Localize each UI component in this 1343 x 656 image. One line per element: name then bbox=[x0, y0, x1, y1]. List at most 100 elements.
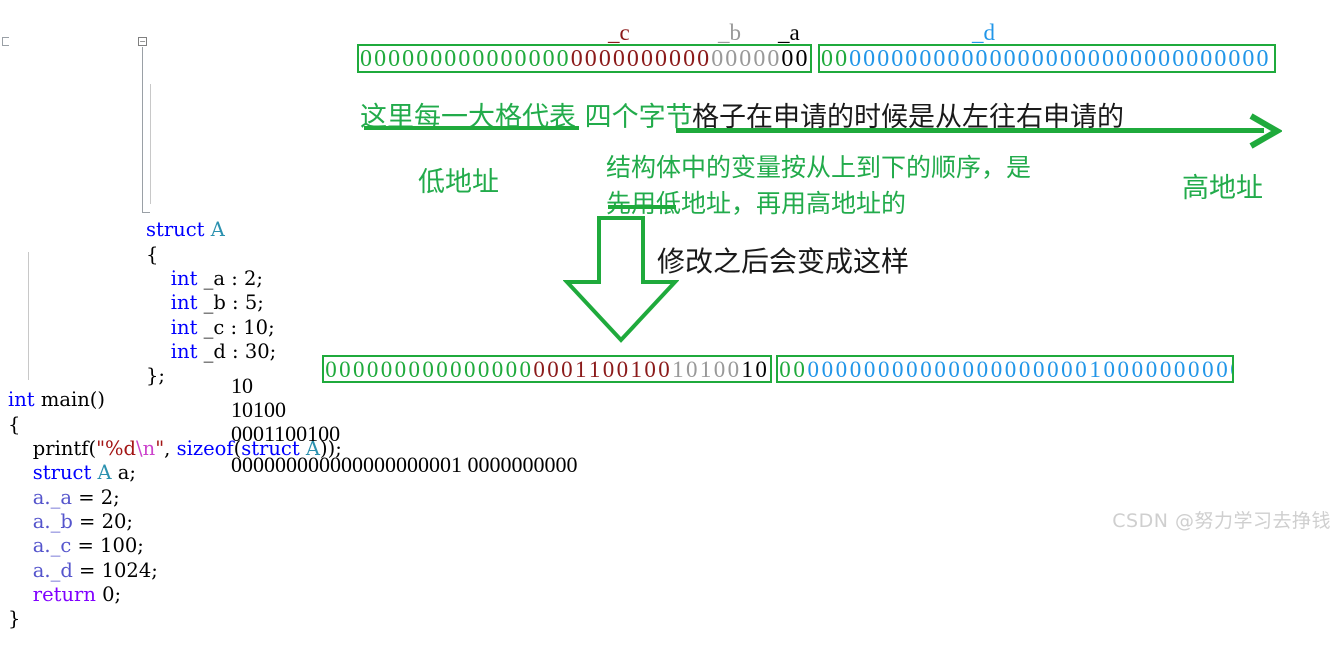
bit-digit: 0 bbox=[990, 356, 1003, 382]
bit-digit: 0 bbox=[1172, 45, 1185, 72]
bit-box-top-left: 00000000000000000000000000000000 bbox=[357, 44, 812, 73]
binary-value-a: 10 bbox=[231, 373, 253, 398]
collapse-toggle-struct[interactable]: − bbox=[138, 37, 147, 46]
bit-digit: 0 bbox=[1200, 45, 1213, 72]
bit-digit: 0 bbox=[394, 356, 407, 382]
code-line: a._d = 1024; bbox=[0, 559, 360, 583]
field-label-d: _d bbox=[972, 20, 995, 45]
bit-digit: 0 bbox=[905, 45, 918, 72]
bit-digit: 0 bbox=[753, 45, 766, 72]
bit-digit: 0 bbox=[408, 356, 420, 382]
bit-digit: 1 bbox=[630, 356, 642, 382]
bit-digit: 1 bbox=[672, 356, 684, 382]
bit-digit: 0 bbox=[1003, 45, 1016, 72]
bit-digit: 0 bbox=[849, 356, 862, 382]
bit-digit: 0 bbox=[755, 356, 767, 382]
bit-digit: 0 bbox=[669, 45, 682, 72]
bit-digit: 0 bbox=[380, 356, 393, 382]
code-token: }; bbox=[146, 364, 165, 388]
bit-sequence: 00000000000000000000000000000000 bbox=[820, 47, 1270, 71]
annotation-order-note-line1: 结构体中的变量按从上到下的顺序，是 bbox=[606, 153, 1032, 182]
bit-digit: 0 bbox=[450, 356, 462, 382]
bit-digit: 0 bbox=[725, 45, 738, 72]
code-token: 0; bbox=[102, 582, 122, 606]
code-token: a. bbox=[32, 509, 51, 533]
bit-digit: 0 bbox=[436, 356, 448, 382]
bit-digit: 0 bbox=[1047, 356, 1059, 382]
bit-digit: 0 bbox=[598, 45, 611, 72]
code-token: _c bbox=[50, 534, 72, 558]
annotation-after-modify: 修改之后会变成这样 bbox=[657, 245, 910, 278]
bit-digit: 0 bbox=[1228, 45, 1241, 72]
bit-digit: 0 bbox=[602, 356, 615, 382]
bit-digit: 0 bbox=[514, 45, 527, 72]
bit-digit: 0 bbox=[528, 45, 541, 72]
binary-value-d: 000000000000000000001 0000000000 bbox=[231, 452, 578, 477]
bit-digit: 0 bbox=[807, 356, 819, 382]
bit-digit: 0 bbox=[352, 356, 365, 382]
code-token: a. bbox=[32, 485, 51, 509]
bit-digit: 0 bbox=[849, 45, 862, 72]
bit-digit: 0 bbox=[1103, 356, 1115, 382]
bit-digit: 0 bbox=[1101, 45, 1114, 72]
annotation-order-note-line2: 先用低地址，再用高地址的 bbox=[606, 189, 907, 218]
code-token: printf( bbox=[8, 437, 97, 461]
bit-digit: 0 bbox=[402, 45, 415, 72]
bit-digit: 0 bbox=[1018, 356, 1031, 382]
code-token: return bbox=[32, 582, 103, 606]
bit-digit: 0 bbox=[458, 45, 471, 72]
address-direction-arrow-head bbox=[1248, 113, 1284, 149]
code-token: A bbox=[97, 461, 112, 485]
bit-digit: 0 bbox=[1186, 45, 1199, 72]
bit-digit: 0 bbox=[374, 45, 387, 72]
collapse-toggle-main[interactable] bbox=[2, 37, 9, 46]
code-token: a. bbox=[32, 558, 51, 582]
code-token: int bbox=[8, 388, 41, 412]
bit-digit: 0 bbox=[1188, 356, 1200, 382]
bit-digit: 0 bbox=[835, 356, 848, 382]
address-direction-arrow-line bbox=[676, 128, 1264, 133]
bit-digit: 0 bbox=[1004, 356, 1017, 382]
code-token: _c : bbox=[203, 315, 244, 339]
bit-digit: 0 bbox=[962, 356, 975, 382]
bit-digit: 0 bbox=[556, 45, 569, 72]
bit-digit: 0 bbox=[1075, 356, 1087, 382]
code-line: int _a : 2; bbox=[0, 267, 360, 291]
code-line: struct A bbox=[0, 218, 360, 242]
bit-sequence: 00000000000000000011001001010010 bbox=[324, 358, 768, 381]
bit-digit: 0 bbox=[477, 356, 490, 382]
code-token: int bbox=[146, 266, 204, 290]
code-token: " bbox=[155, 437, 165, 461]
bit-digit: 0 bbox=[416, 45, 429, 72]
code-token: sizeof bbox=[176, 437, 234, 461]
bit-digit: 0 bbox=[877, 45, 890, 72]
bit-digit: 0 bbox=[1017, 45, 1030, 72]
code-line: a._c = 100; bbox=[0, 534, 360, 558]
code-line: a._b = 20; bbox=[0, 510, 360, 534]
code-token: int bbox=[146, 315, 204, 339]
bit-digit: 1 bbox=[1089, 356, 1101, 382]
bit-digit: 0 bbox=[360, 45, 373, 72]
bit-digit: 0 bbox=[570, 45, 583, 72]
bit-digit: 0 bbox=[500, 45, 513, 72]
code-token: { bbox=[146, 242, 159, 266]
bit-digit: 1 bbox=[588, 356, 601, 382]
bit-digit: 0 bbox=[933, 45, 946, 72]
code-token: int bbox=[146, 291, 204, 315]
code-token: _a bbox=[50, 485, 73, 509]
code-token: _b bbox=[50, 509, 73, 533]
code-line: int _b : 5; bbox=[0, 291, 360, 315]
bit-digit: 0 bbox=[1061, 356, 1073, 382]
code-token: , bbox=[164, 437, 177, 461]
green-underline-order-note bbox=[608, 205, 676, 209]
bit-digit: 0 bbox=[821, 356, 834, 382]
bit-box-bottom-right: 00000000000000000000001 0000000000 bbox=[776, 355, 1234, 383]
csdn-watermark: CSDN @努力学习去挣钱 bbox=[1112, 510, 1331, 532]
code-line: }; bbox=[0, 364, 360, 388]
code-line: int _c : 10; bbox=[0, 316, 360, 340]
code-token: = 100; bbox=[71, 534, 144, 558]
bit-digit: 0 bbox=[505, 356, 518, 382]
